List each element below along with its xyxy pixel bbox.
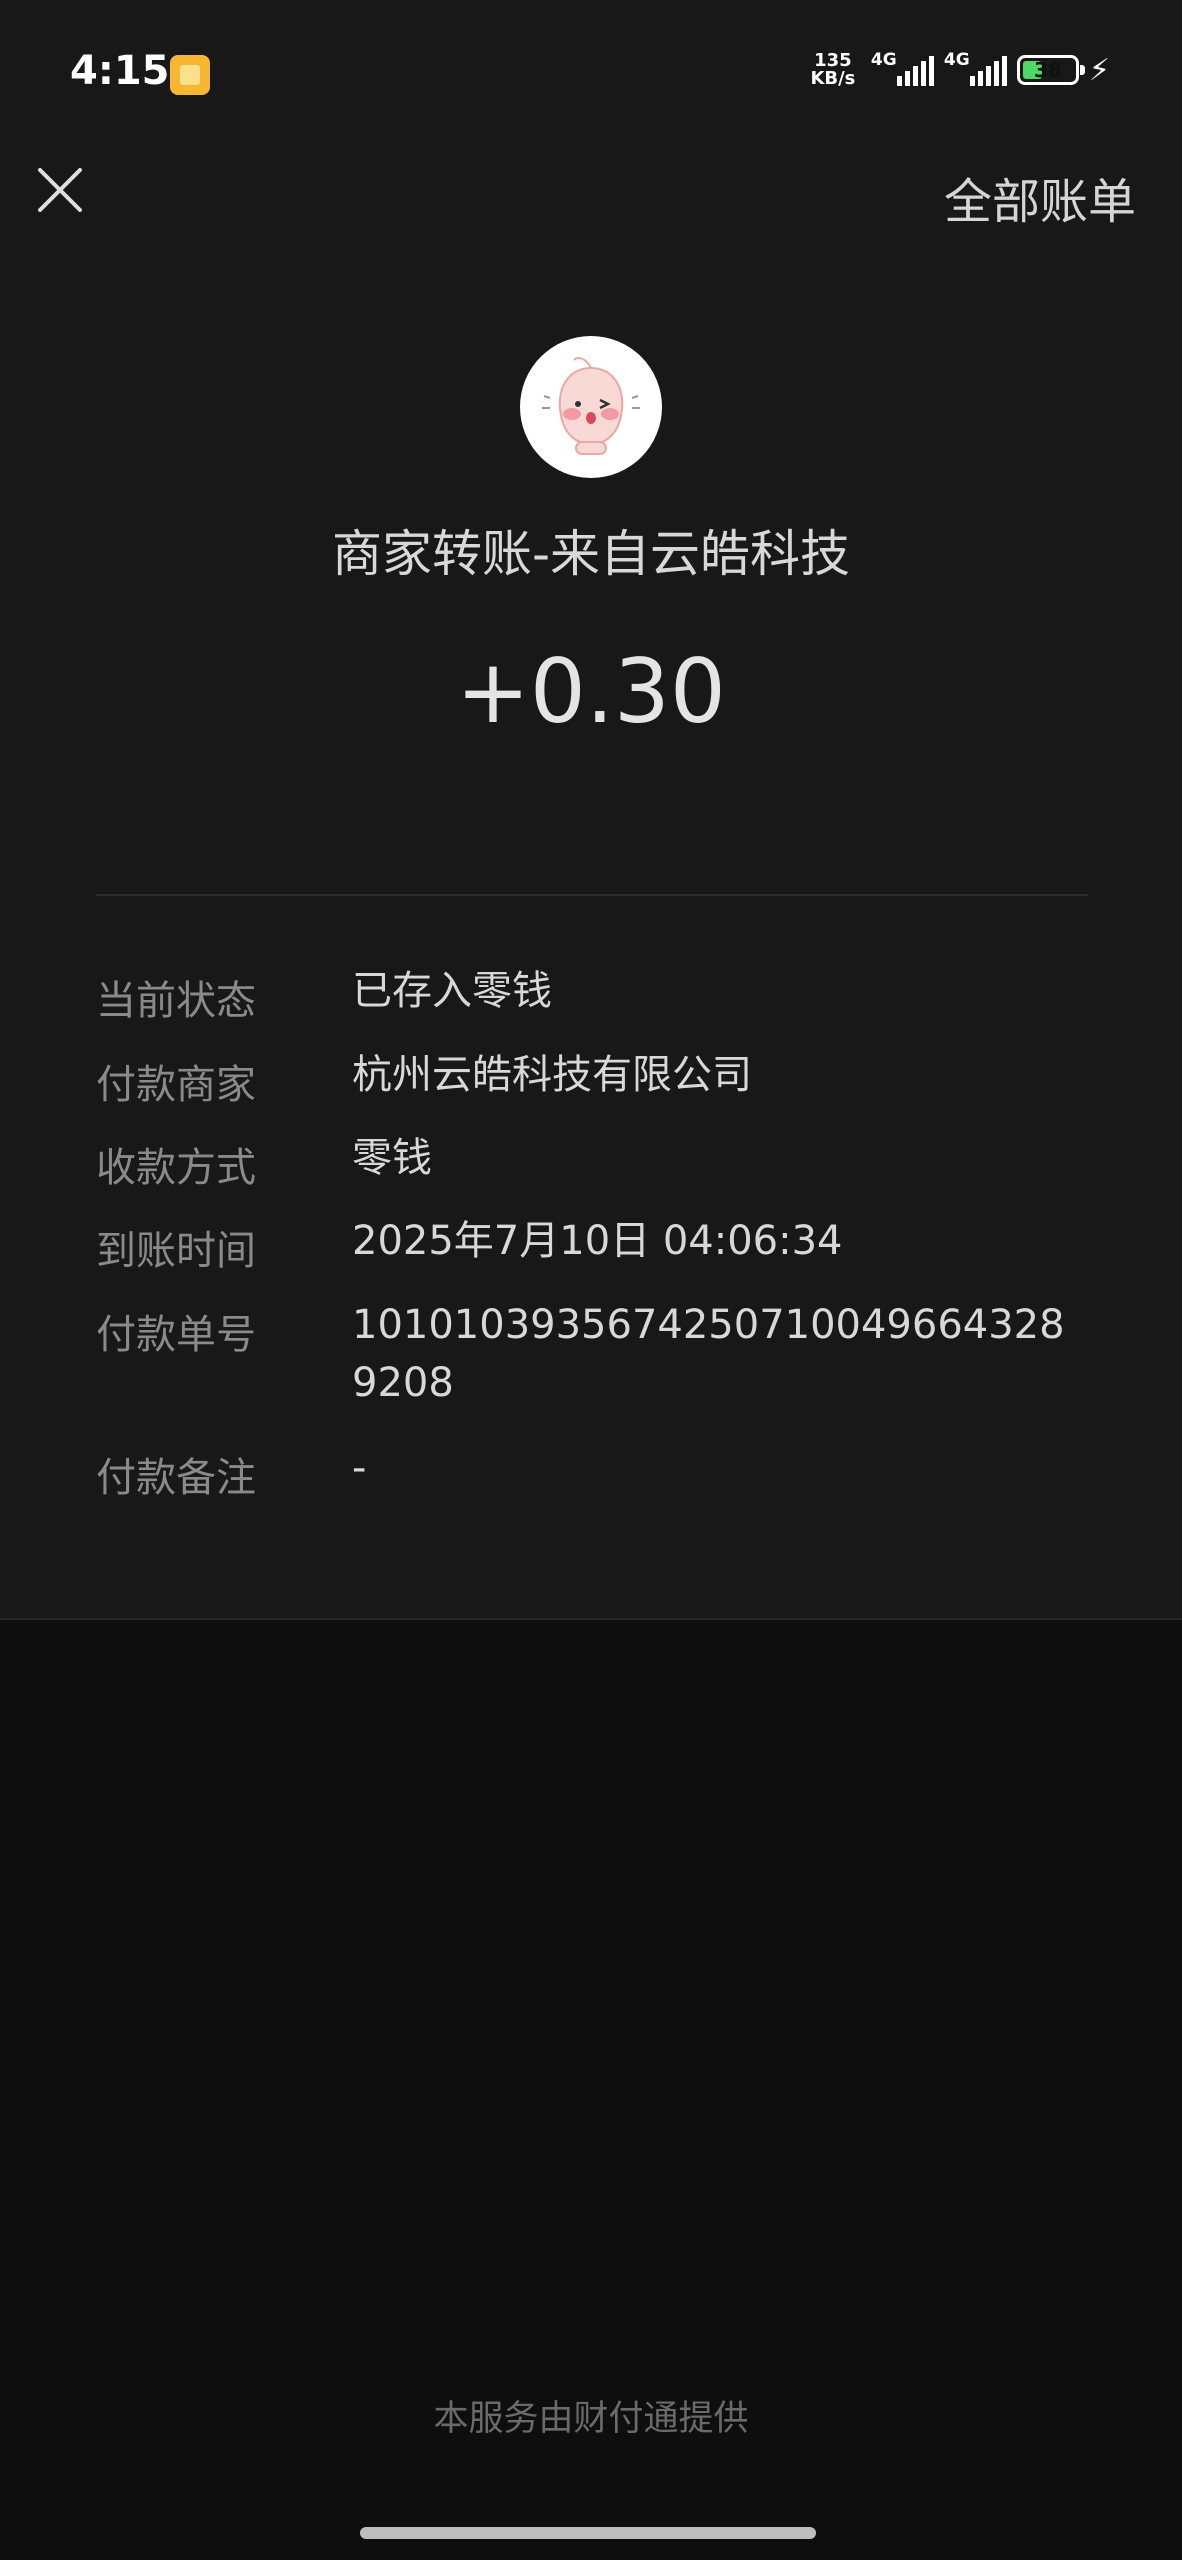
panel-divider [0,1618,1182,1620]
transaction-title: 商家转账-来自云皓科技 [331,525,851,583]
signal-strength-icon-2: 4G [944,50,1007,86]
order-number-value: 10101039356742507100496643289208 [352,1302,1065,1406]
network-speed: 135 KB/s [805,52,861,88]
arrival-time-label: 到账时间 [96,1228,256,1274]
order-number-label: 付款单号 [96,1312,256,1358]
receive-method-label: 收款方式 [96,1145,256,1191]
payment-note-label: 付款备注 [96,1455,256,1501]
signal-type-label: 4G [870,50,897,70]
details-divider [96,894,1088,896]
signal-strength-icon: 4G [871,50,934,86]
battery-percent: 38 [1034,58,1062,82]
payer-merchant-label: 付款商家 [96,1062,256,1108]
all-bills-link[interactable]: 全部账单 [944,162,1136,232]
status-time: 4:15 [70,48,170,94]
payer-merchant-value: 杭州云皓科技有限公司 [352,1052,752,1098]
notification-app-icon [170,55,210,95]
arrival-time-value: 2025年7月10日 04:06:34 [352,1218,843,1264]
payment-note-value: - [352,1445,367,1491]
peach-character-icon [542,357,640,455]
charging-icon: ⚡ [1088,52,1110,88]
service-provider-note: 本服务由财付通提供 [433,2399,749,2439]
receive-method-value: 零钱 [352,1135,432,1181]
status-value: 已存入零钱 [352,968,552,1014]
status-indicators: 135 KB/s 4G 4G 38 ⚡ [805,50,1110,88]
battery-icon: 38 [1016,55,1085,85]
network-speed-unit: KB/s [810,68,856,89]
transaction-amount: +0.30 [456,640,726,743]
status-label: 当前状态 [96,978,256,1024]
signal-type-label-2: 4G [943,50,970,70]
close-icon [38,168,82,212]
merchant-avatar [520,336,662,478]
home-indicator[interactable] [360,2527,816,2539]
close-button[interactable] [28,158,92,222]
